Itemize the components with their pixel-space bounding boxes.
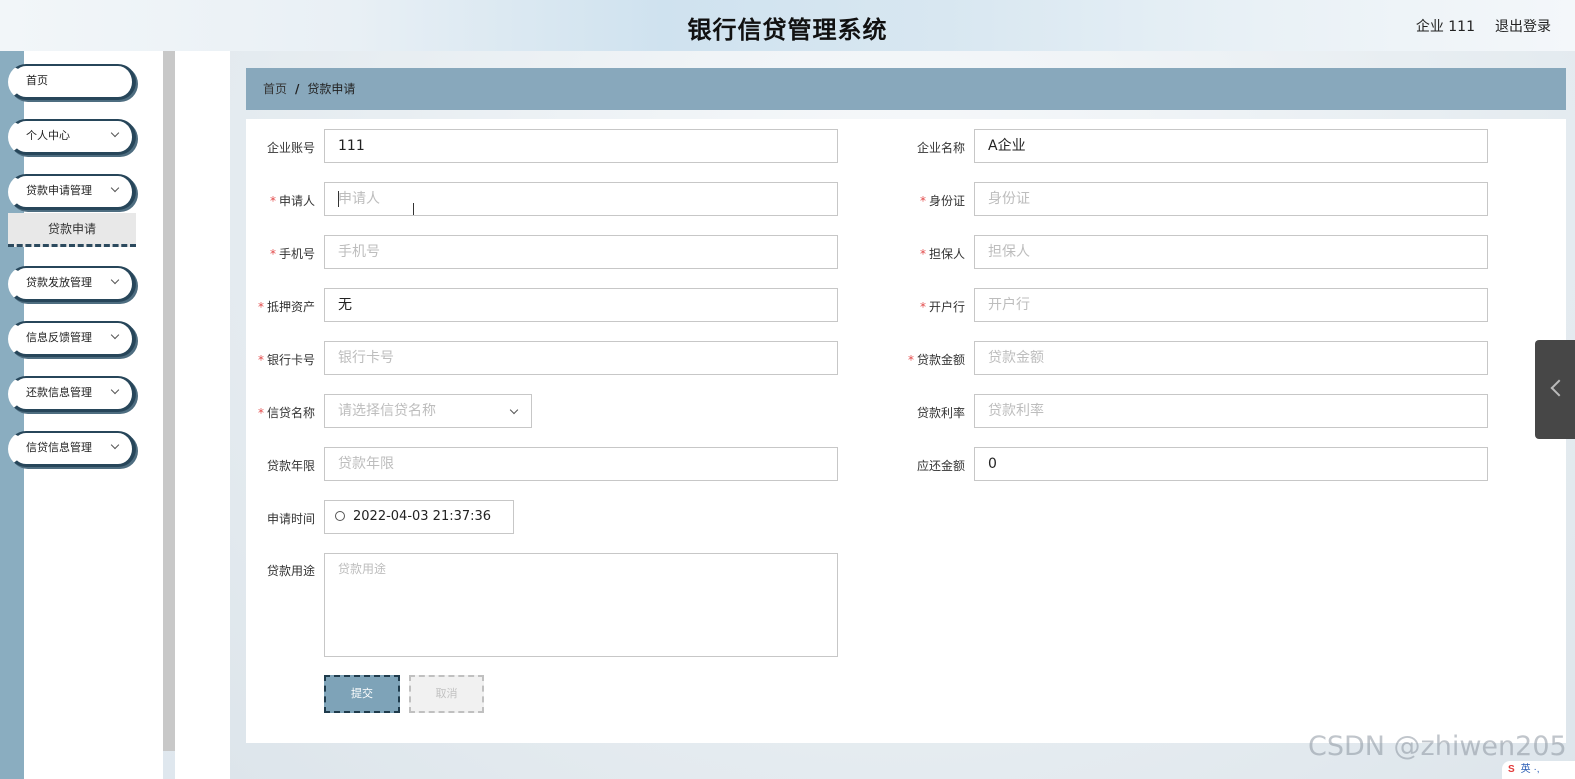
logout-link[interactable]: 退出登录 — [1495, 16, 1551, 36]
current-user[interactable]: 企业 111 — [1416, 16, 1475, 36]
repay-label: 应还金额 — [916, 459, 965, 473]
text-caret — [338, 191, 339, 207]
company-account-field[interactable]: 111 — [324, 129, 838, 163]
sidebar-item-credit-info-mgmt[interactable]: 信贷信息管理 — [8, 431, 136, 467]
apply-time-label: 申请时间 — [266, 512, 315, 526]
company-name-label: 企业名称 — [916, 141, 965, 155]
purpose-textarea[interactable]: 贷款用途 — [324, 553, 838, 657]
years-input[interactable]: 贷款年限 — [324, 447, 838, 481]
sidebar-gap — [175, 51, 230, 779]
side-panel-toggle[interactable] — [1535, 340, 1575, 439]
sidebar-item-home[interactable]: 首页 — [8, 64, 136, 100]
collateral-input[interactable]: 无 — [324, 288, 838, 322]
chevron-down-icon — [110, 275, 120, 285]
sidebar-item-label: 贷款发放管理 — [26, 276, 92, 289]
sidebar-item-loan-application-mgmt[interactable]: 贷款申请管理 — [8, 174, 136, 210]
phone-input[interactable]: 手机号 — [324, 235, 838, 269]
chevron-down-icon — [110, 183, 120, 193]
breadcrumb-separator: / — [295, 82, 300, 96]
sidebar-item-personal-center[interactable]: 个人中心 — [8, 119, 136, 155]
phone-label: * 手机号 — [269, 247, 315, 261]
app-title: 银行信贷管理系统 — [687, 16, 888, 44]
rate-label: 贷款利率 — [916, 406, 965, 420]
submit-button[interactable]: 提交 — [324, 675, 400, 713]
repay-input[interactable]: 0 — [974, 447, 1488, 481]
breadcrumb-current: 贷款申请 — [307, 82, 356, 96]
breadcrumb-home[interactable]: 首页 — [263, 82, 287, 96]
breadcrumb: 首页 / 贷款申请 — [246, 68, 1566, 110]
purpose-label: 贷款用途 — [266, 564, 315, 578]
chevron-down-icon — [509, 405, 519, 415]
chevron-down-icon — [110, 330, 120, 340]
credit-name-label: * 信贷名称 — [257, 406, 315, 420]
sidebar-item-feedback-mgmt[interactable]: 信息反馈管理 — [8, 321, 136, 357]
sidebar — [24, 51, 163, 779]
guarantor-input[interactable]: 担保人 — [974, 235, 1488, 269]
card-no-label: * 银行卡号 — [257, 353, 315, 367]
sidebar-item-label: 信息反馈管理 — [26, 331, 92, 344]
chevron-down-icon — [110, 385, 120, 395]
collateral-label: * 抵押资产 — [257, 300, 315, 314]
sidebar-item-label: 个人中心 — [26, 129, 70, 142]
clock-icon — [335, 511, 345, 521]
chevron-down-icon — [110, 440, 120, 450]
watermark: CSDN @zhiwen205 — [1308, 731, 1567, 762]
applicant-label: * 申请人 — [269, 194, 315, 208]
guarantor-label: * 担保人 — [919, 247, 965, 261]
credit-name-select[interactable]: 请选择信贷名称 — [324, 394, 532, 428]
header: 银行信贷管理系统 企业 111 退出登录 — [0, 0, 1575, 51]
loan-amount-label: * 贷款金额 — [907, 353, 965, 367]
years-label: 贷款年限 — [266, 459, 315, 473]
sidebar-item-label: 还款信息管理 — [26, 386, 92, 399]
id-card-input[interactable]: 身份证 — [974, 182, 1488, 216]
sidebar-item-loan-disbursement-mgmt[interactable]: 贷款发放管理 — [8, 266, 136, 302]
text-cursor-icon — [413, 203, 418, 215]
card-no-input[interactable]: 银行卡号 — [324, 341, 838, 375]
applicant-input[interactable]: 申请人 — [324, 182, 838, 216]
loan-amount-input[interactable]: 贷款金额 — [974, 341, 1488, 375]
bank-label: * 开户行 — [919, 300, 965, 314]
sidebar-item-label: 贷款申请管理 — [26, 184, 92, 197]
rate-input[interactable]: 贷款利率 — [974, 394, 1488, 428]
company-account-label: 企业账号 — [266, 141, 315, 155]
apply-time-picker[interactable]: 2022-04-03 21:37:36 — [324, 500, 514, 534]
sidebar-scrollbar[interactable] — [163, 51, 175, 751]
chevron-down-icon — [110, 128, 120, 138]
cancel-button[interactable]: 取消 — [409, 675, 484, 713]
sidebar-item-label: 首页 — [26, 74, 48, 87]
sidebar-item-label: 信贷信息管理 — [26, 441, 92, 454]
ime-indicator[interactable]: S英 ·, — [1502, 761, 1575, 779]
id-card-label: * 身份证 — [919, 194, 965, 208]
sidebar-item-repayment-mgmt[interactable]: 还款信息管理 — [8, 376, 136, 412]
sidebar-subitem-loan-application[interactable]: 贷款申请 — [8, 213, 136, 247]
chevron-left-icon — [1550, 379, 1568, 397]
company-name-field[interactable]: A企业 — [974, 129, 1488, 163]
bank-input[interactable]: 开户行 — [974, 288, 1488, 322]
ime-logo-icon: S — [1508, 764, 1515, 775]
sidebar-strip — [0, 51, 24, 779]
